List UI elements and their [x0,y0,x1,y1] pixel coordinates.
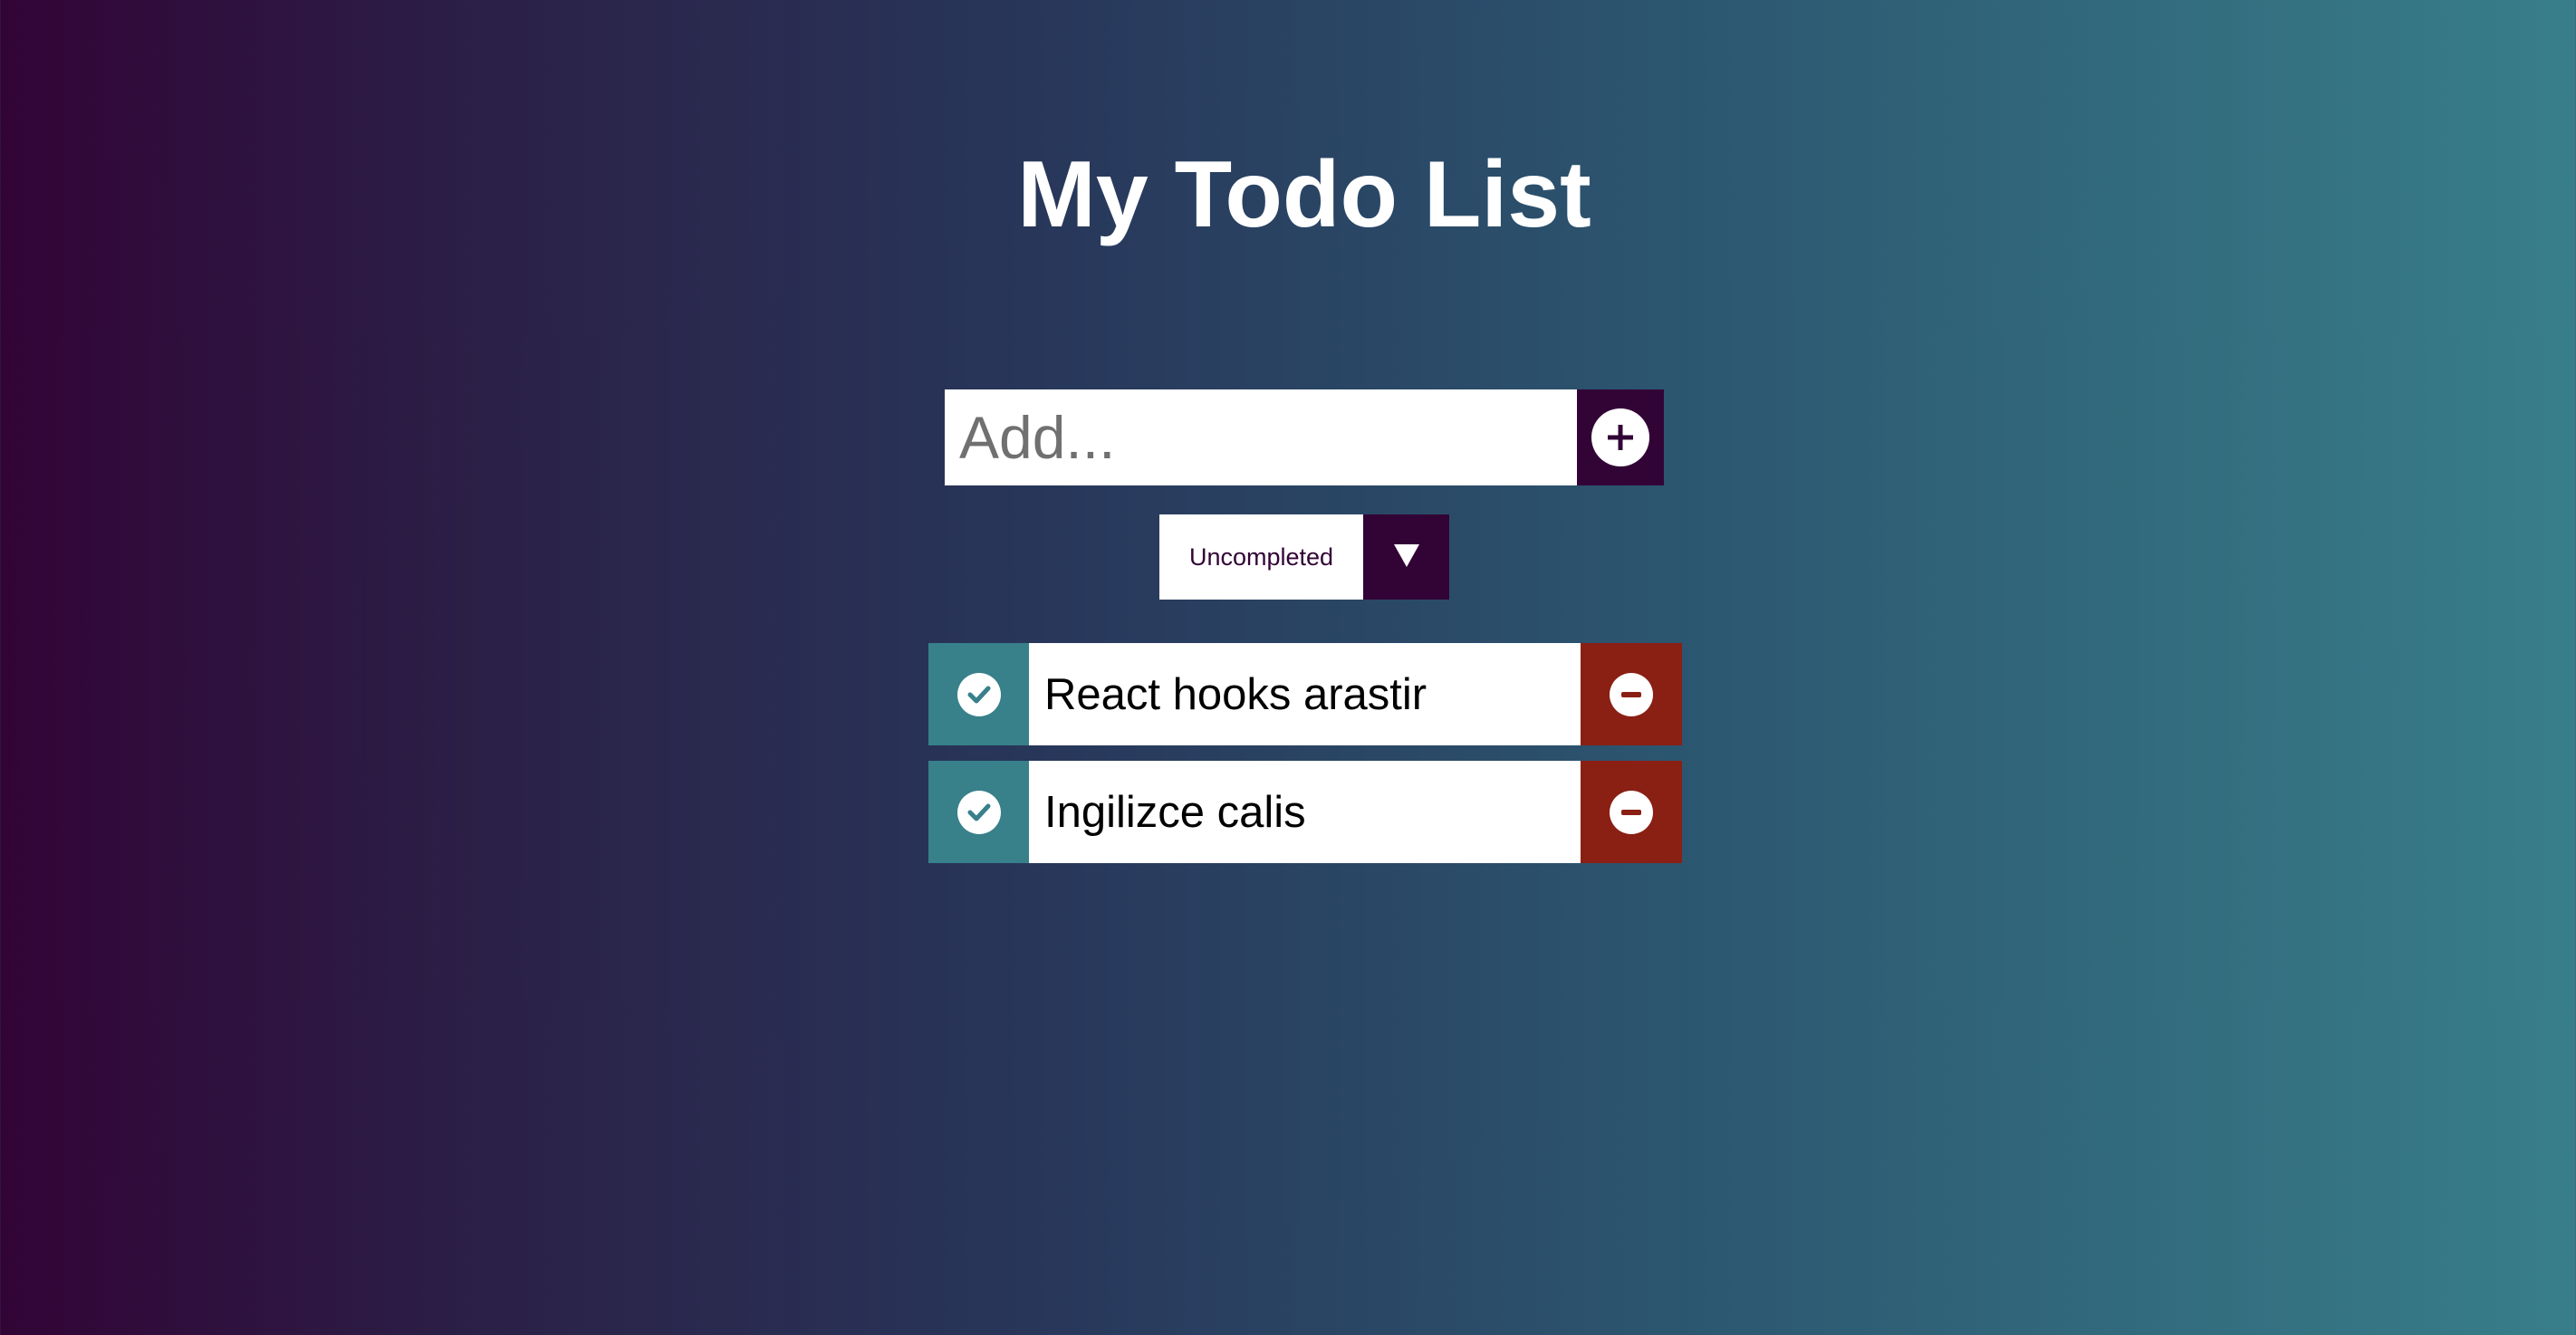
add-todo-form [945,389,1664,485]
filter-dropdown-arrow[interactable] [1363,514,1449,600]
todo-item: React hooks arastir [928,643,1682,745]
caret-down-icon [1393,543,1420,572]
check-circle-icon [956,672,1001,716]
filter-select[interactable]: Uncompleted [1159,514,1449,600]
complete-button[interactable] [928,761,1029,863]
delete-button[interactable] [1581,761,1682,863]
todo-text: React hooks arastir [1029,643,1581,745]
todo-text: Ingilizce calis [1029,761,1581,863]
add-todo-button[interactable] [1577,389,1664,485]
complete-button[interactable] [928,643,1029,745]
minus-circle-icon [1610,790,1653,834]
check-circle-icon [956,790,1001,834]
plus-circle-icon [1591,408,1649,466]
todo-list: React hooks arastir Ingilizce calis [928,643,1682,879]
filter-selected-value: Uncompleted [1159,514,1363,600]
todo-item: Ingilizce calis [928,761,1682,863]
todo-input[interactable] [945,389,1577,485]
delete-button[interactable] [1581,643,1682,745]
minus-circle-icon [1610,672,1653,716]
page-title: My Todo List [1017,142,1591,247]
